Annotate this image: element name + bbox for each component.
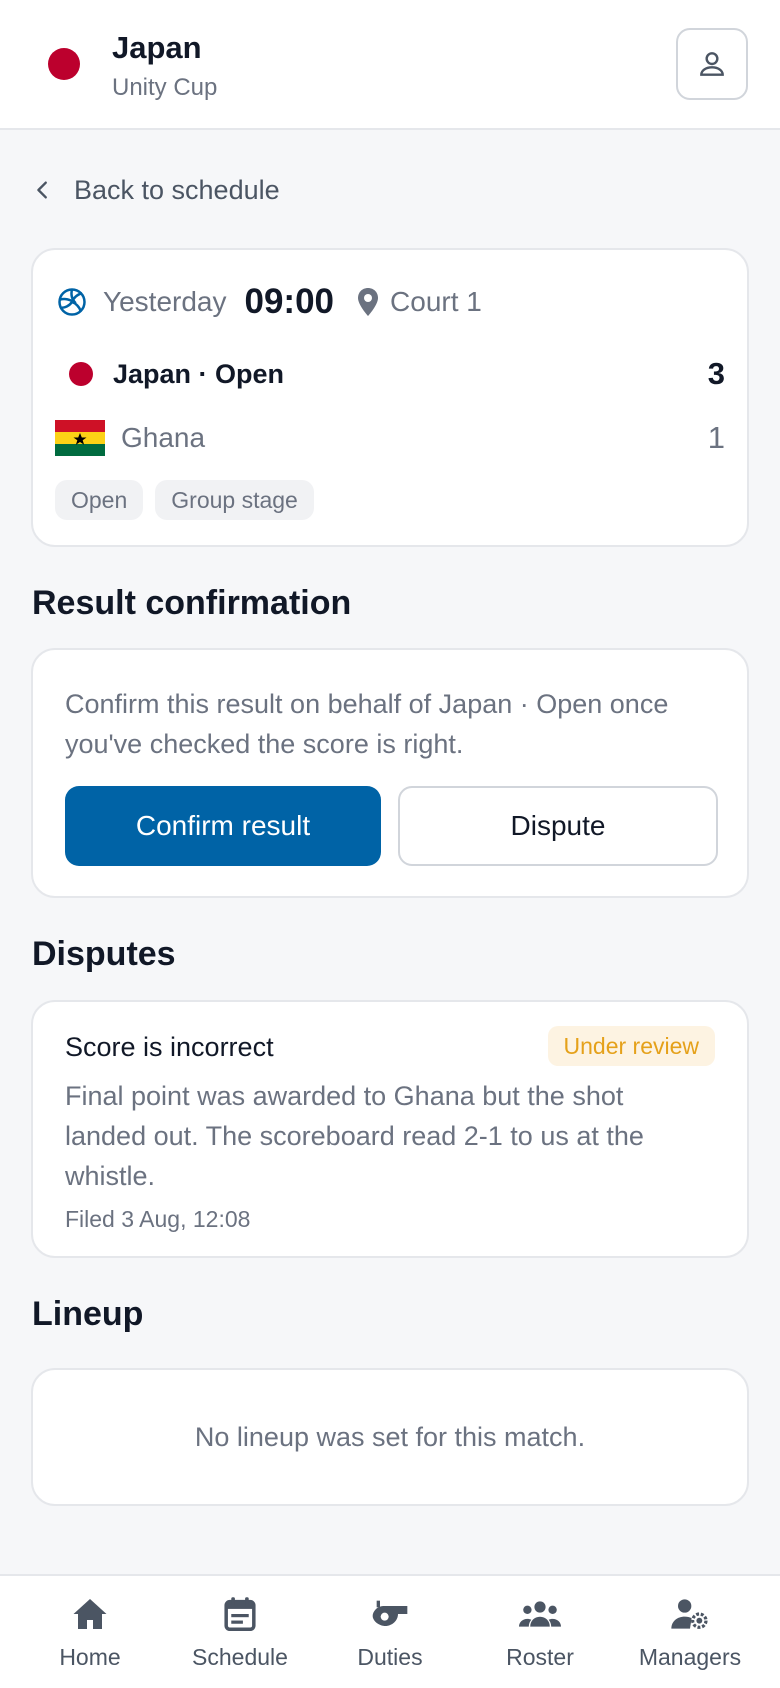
profile-button[interactable] — [676, 28, 748, 100]
whistle-icon — [372, 1600, 408, 1626]
lineup-empty-text: No lineup was set for this match. — [194, 1422, 586, 1452]
nav-duties-label: Duties — [357, 1644, 423, 1670]
chevron-left-icon — [37, 181, 47, 199]
match-day: Yesterday — [103, 286, 227, 317]
nav-duties[interactable]: Duties — [315, 1594, 465, 1680]
back-to-schedule-link[interactable]: Back to schedule — [32, 170, 280, 210]
dispute-body: Final point was awarded to Ghana but the… — [65, 1081, 644, 1191]
dispute-title: Score is incorrect — [65, 1032, 274, 1062]
result-confirmation-card: Confirm this result on behalf of Japan ·… — [31, 648, 749, 898]
volleyball-icon — [58, 288, 86, 316]
ghana-flag-icon — [55, 420, 105, 456]
dispute-filed-date: Filed 3 Aug, 12:08 — [65, 1206, 251, 1232]
calendar-icon — [224, 1597, 256, 1632]
location-pin-icon — [358, 288, 379, 316]
user-icon — [700, 52, 724, 76]
tag-division: Open — [55, 480, 144, 520]
nav-roster-label: Roster — [506, 1644, 574, 1670]
nav-schedule-label: Schedule — [192, 1644, 288, 1670]
bottom-nav: Home Schedule Duties Roster Managers — [0, 1574, 780, 1688]
team-color-dot — [48, 48, 80, 80]
home-team-row: Japan · Open 3 — [55, 354, 725, 394]
tournament-name: Unity Cup — [112, 74, 218, 101]
match-meta: Yesterday 09:00 Court 1 — [57, 280, 482, 324]
away-team-name: Ghana — [121, 422, 206, 453]
dispute-item: Score is incorrect Under review Final po… — [31, 1000, 749, 1258]
nav-roster[interactable]: Roster — [465, 1594, 615, 1680]
nav-schedule[interactable]: Schedule — [165, 1594, 315, 1680]
tag-stage: Group stage — [155, 480, 314, 520]
group-icon — [519, 1601, 561, 1627]
confirm-result-button[interactable]: Confirm result — [65, 786, 381, 866]
home-team-name: Japan · Open — [113, 358, 285, 389]
app-header: Japan Unity Cup — [0, 0, 780, 130]
japan-flag-icon — [69, 362, 93, 386]
team-name: Japan — [112, 30, 202, 65]
away-score: 1 — [707, 420, 725, 455]
match-court: Court 1 — [390, 286, 482, 317]
home-score: 3 — [707, 356, 725, 391]
match-time: 09:00 — [244, 282, 335, 321]
disputes-heading: Disputes — [32, 935, 176, 973]
home-icon — [73, 1599, 107, 1629]
away-team-row: Ghana 1 — [55, 418, 725, 458]
confirmation-text: Confirm this result on behalf of Japan ·… — [65, 689, 669, 759]
lineup-heading: Lineup — [32, 1295, 144, 1333]
user-gear-icon — [671, 1599, 708, 1629]
nav-home[interactable]: Home — [15, 1594, 165, 1680]
nav-managers-label: Managers — [638, 1644, 742, 1670]
result-confirmation-heading: Result confirmation — [32, 584, 352, 622]
lineup-card: No lineup was set for this match. — [31, 1368, 749, 1506]
dispute-button[interactable]: Dispute — [398, 786, 718, 866]
match-tags: Open Group stage — [55, 480, 314, 520]
nav-home-label: Home — [59, 1644, 121, 1670]
status-badge: Under review — [547, 1026, 715, 1066]
nav-managers[interactable]: Managers — [615, 1594, 765, 1680]
back-link-label: Back to schedule — [74, 174, 280, 205]
